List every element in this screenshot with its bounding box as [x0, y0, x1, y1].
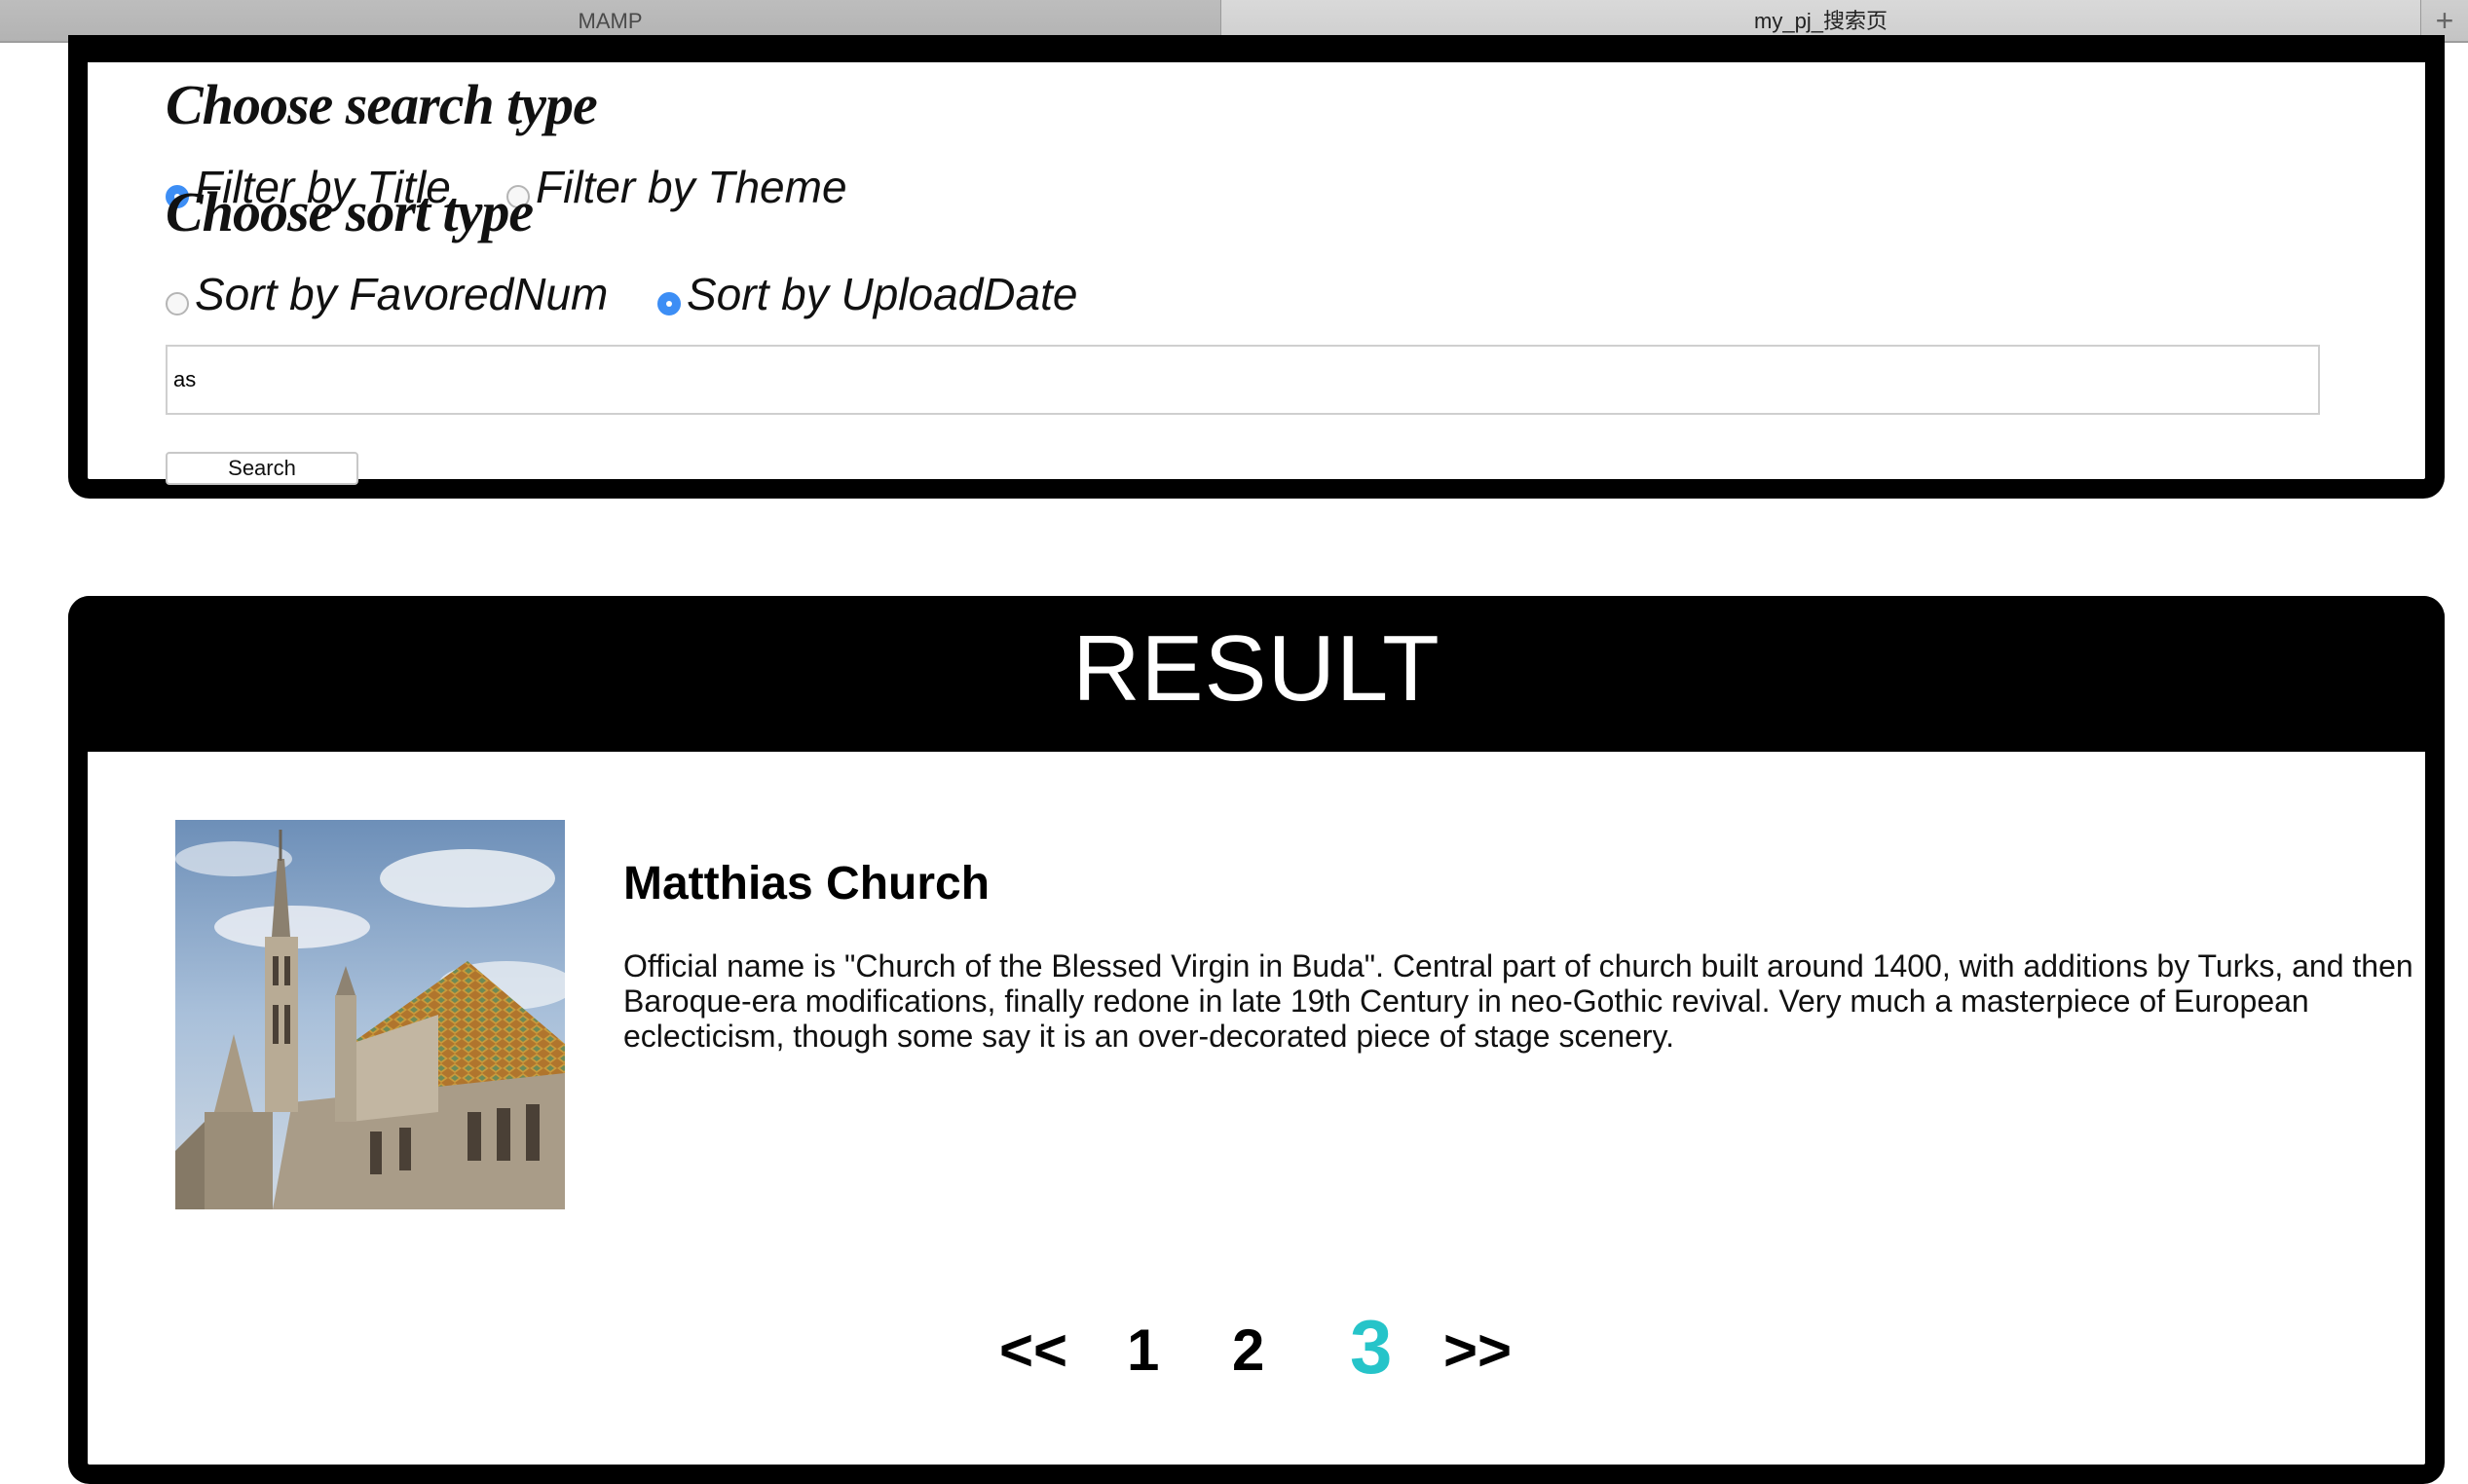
- search-panel: Choose search type Filter by Title Filte…: [68, 35, 2445, 499]
- sort-by-favorednum-label: Sort by FavoredNum: [195, 269, 609, 319]
- page-link-3-current[interactable]: 3: [1350, 1303, 1392, 1391]
- search-type-heading: Choose search type: [166, 73, 598, 136]
- sort-by-favorednum-radio[interactable]: [166, 292, 189, 315]
- page-link-1[interactable]: 1: [1127, 1317, 1159, 1384]
- search-input[interactable]: [166, 345, 2320, 415]
- sort-by-uploaddate-radio[interactable]: [657, 292, 681, 315]
- result-item-title[interactable]: Matthias Church: [623, 857, 990, 910]
- result-thumbnail[interactable]: [175, 820, 565, 1209]
- search-button[interactable]: Search: [166, 452, 358, 485]
- sort-by-uploaddate-label: Sort by UploadDate: [687, 269, 1078, 319]
- result-title: RESULT: [1072, 616, 1440, 721]
- result-header: RESULT: [68, 596, 2445, 752]
- filter-by-theme-label: Filter by Theme: [536, 162, 847, 212]
- result-item-description: Official name is "Church of the Blessed …: [623, 948, 2413, 1054]
- sort-type-heading: Choose sort type: [166, 180, 534, 243]
- next-page-link[interactable]: >>: [1443, 1317, 1512, 1384]
- page-link-2[interactable]: 2: [1232, 1317, 1264, 1384]
- result-panel: RESULT Matthias Church Official name is …: [68, 596, 2445, 1484]
- pagination: << 1 2 3 >>: [88, 1304, 2425, 1404]
- church-photo-image: [175, 820, 565, 1209]
- prev-page-link[interactable]: <<: [999, 1317, 1067, 1384]
